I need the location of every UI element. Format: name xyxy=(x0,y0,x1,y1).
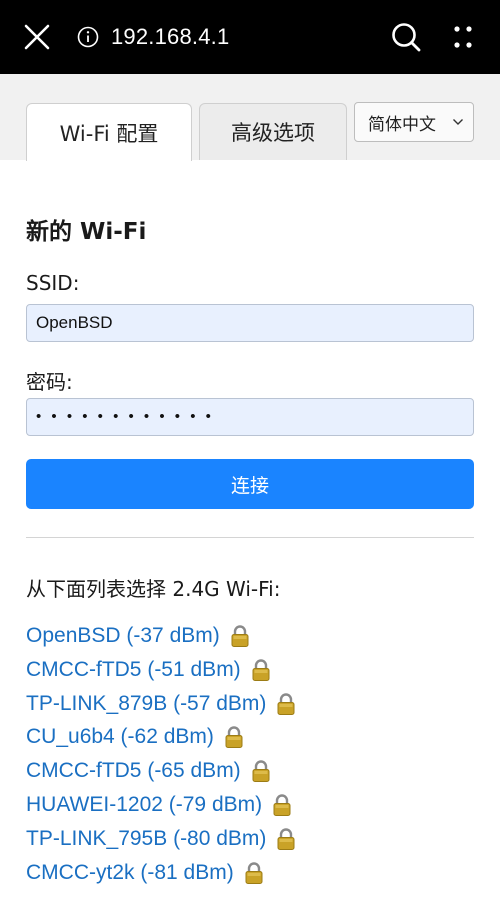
password-input[interactable]: • • • • • • • • • • • • xyxy=(26,398,474,436)
form-title: 新的 Wi-Fi xyxy=(26,219,147,245)
lock-icon xyxy=(245,861,263,884)
more-options-icon[interactable] xyxy=(452,24,474,50)
divider xyxy=(26,537,474,538)
network-item-label[interactable]: CMCC-yt2k (-81 dBm) xyxy=(26,861,234,885)
network-item[interactable]: TP-LINK_795B (-80 dBm) xyxy=(26,824,297,854)
password-label: 密码: xyxy=(26,370,73,394)
network-item-label[interactable]: CMCC-fTD5 (-51 dBm) xyxy=(26,658,241,682)
network-item-label[interactable]: CU_u6b4 (-62 dBm) xyxy=(26,725,214,749)
address-bar-url[interactable]: 192.168.4.1 xyxy=(111,22,229,52)
close-icon[interactable] xyxy=(22,22,52,52)
network-item-label[interactable]: TP-LINK_795B (-80 dBm) xyxy=(26,827,266,851)
lock-icon xyxy=(252,760,270,783)
lock-icon xyxy=(277,828,295,850)
language-select-value: 简体中文 xyxy=(368,114,436,135)
lock-icon xyxy=(273,794,291,816)
tab-advanced-options[interactable]: 高级选项 xyxy=(199,103,347,160)
network-item[interactable]: HUAWEI-1202 (-79 dBm) xyxy=(26,790,293,820)
lock-icon xyxy=(231,625,249,647)
network-item[interactable]: CMCC-fTD5 (-51 dBm) xyxy=(26,655,272,685)
search-icon[interactable] xyxy=(390,21,422,53)
network-item[interactable]: TP-LINK_879B (-57 dBm) xyxy=(26,689,297,719)
chevron-down-icon xyxy=(453,119,463,125)
network-list-heading: 从下面列表选择 2.4G Wi-Fi: xyxy=(26,577,281,601)
network-item[interactable]: CMCC-fTD5 (-65 dBm) xyxy=(26,756,272,786)
info-icon[interactable] xyxy=(77,26,99,48)
lock-icon xyxy=(252,659,270,681)
ssid-label: SSID: xyxy=(26,271,80,295)
lock-icon xyxy=(277,692,295,715)
tab-wifi-config[interactable]: Wi-Fi 配置 xyxy=(26,103,192,161)
connect-button[interactable]: 连接 xyxy=(26,459,474,509)
network-item-label[interactable]: CMCC-fTD5 (-65 dBm) xyxy=(26,759,241,783)
network-item-label[interactable]: HUAWEI-1202 (-79 dBm) xyxy=(26,793,262,817)
network-item[interactable]: CMCC-yt2k (-81 dBm) xyxy=(26,858,265,888)
network-item-label[interactable]: TP-LINK_879B (-57 dBm) xyxy=(26,692,266,716)
network-item[interactable]: OpenBSD (-37 dBm) xyxy=(26,621,251,651)
ssid-input[interactable]: OpenBSD xyxy=(26,304,474,342)
lock-icon xyxy=(225,726,243,749)
network-item-label[interactable]: OpenBSD (-37 dBm) xyxy=(26,624,220,648)
browser-toolbar: 192.168.4.1 xyxy=(0,0,500,74)
network-item[interactable]: CU_u6b4 (-62 dBm) xyxy=(26,722,245,752)
language-select[interactable]: 简体中文 xyxy=(354,102,474,142)
